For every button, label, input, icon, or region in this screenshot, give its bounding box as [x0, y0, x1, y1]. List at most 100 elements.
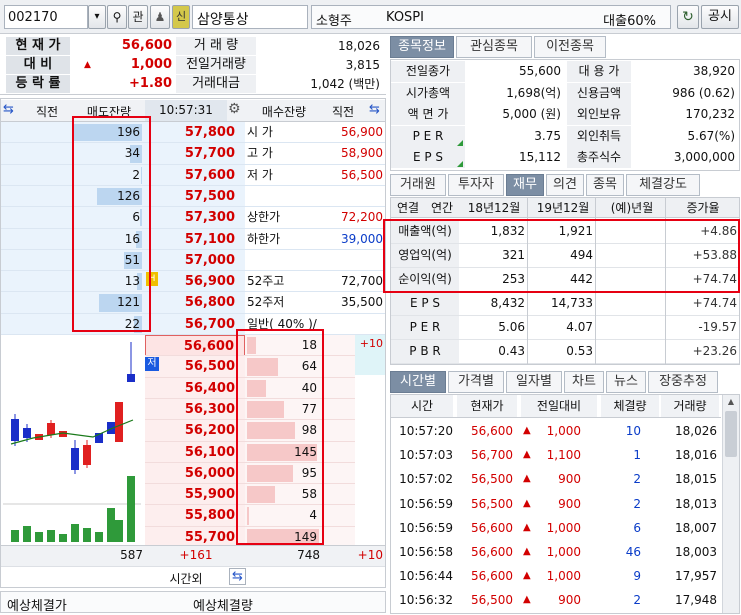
fin-label: E P S [391, 292, 459, 315]
ask-price[interactable]: 57,000 [145, 250, 235, 271]
tab-1[interactable]: 가격별 [448, 371, 504, 393]
tab-3[interactable]: 의견 [546, 174, 584, 196]
swap-icon-bottom[interactable]: ⇆ [229, 568, 246, 585]
trade-table: 시간 현재가 전일대비 체결량 거래량 10:57:20 56,600 ▲ 1,000 10 18,… [391, 395, 721, 613]
fin-value-est [597, 316, 665, 339]
ask-price[interactable]: 56,900 [145, 271, 235, 292]
highlight-financials [383, 219, 740, 293]
bid-price[interactable]: 56,000 [145, 463, 245, 484]
tab-4[interactable]: 종목 [586, 174, 624, 196]
ask-price[interactable]: 57,300 [145, 207, 235, 228]
stock-value: 5,000 (원) [502, 107, 561, 122]
trade-change: 900 [558, 593, 581, 608]
up-arrow-icon: ▲ [523, 497, 531, 509]
trade-qty: 46 [625, 545, 641, 559]
bid-price[interactable]: 56,200 [145, 420, 245, 441]
bid-price[interactable]: 55,800 [145, 505, 245, 526]
after-hours-row: 시간외 ⇆ [1, 566, 385, 587]
stock-label-2: 외인보유 [567, 104, 631, 126]
scroll-up-icon[interactable]: ▲ [723, 395, 739, 409]
disclosure-button[interactable]: 공시 [701, 5, 739, 29]
up-arrow-icon: ▲ [523, 425, 531, 436]
after-hours-label[interactable]: 시간외 [146, 570, 226, 587]
trade-price: 56,600 [471, 520, 513, 535]
ask-price[interactable]: 57,500 [145, 186, 235, 207]
tab-4[interactable]: 뉴스 [606, 371, 646, 393]
swap-icon[interactable]: ⇆ [3, 102, 14, 117]
trade-change: 1,000 [546, 569, 581, 584]
volume-label: 거 래 량 [176, 37, 256, 55]
ask-price[interactable]: 57,600 [145, 165, 235, 186]
fin-header: (예)년월 [597, 198, 667, 218]
bid-prev-header: 직전 [331, 105, 355, 119]
trade-volume: 18,013 [675, 496, 717, 511]
ask-price[interactable]: 57,100 [145, 229, 235, 250]
highlight-ask-qty [72, 116, 151, 332]
tab-1[interactable]: 투자자 [448, 174, 504, 196]
trade-qty: 2 [633, 472, 641, 487]
loan-ratio: 대출60% [603, 14, 656, 29]
change-rate: +1.80 [129, 76, 172, 91]
credit-badge[interactable]: 신 [172, 5, 190, 29]
trade-qty: 6 [633, 520, 641, 535]
current-price-label: 현 재 가 [6, 37, 70, 55]
tab-2[interactable]: 재무 [506, 174, 544, 196]
stock-value: 1,698(억) [506, 85, 561, 100]
up-arrow-icon: ▲ [84, 60, 91, 70]
tab-5[interactable]: 체결강도 [626, 174, 700, 196]
trade-time: 10:56:58 [399, 545, 453, 559]
gear-icon[interactable]: ⚙ [228, 101, 241, 117]
ask-price[interactable]: 56,800 [145, 292, 235, 313]
total-change: +10 [357, 548, 383, 562]
trade-header: 거래량 [661, 395, 719, 417]
search-icon[interactable]: ⚲ [107, 5, 127, 29]
tab-3[interactable]: 차트 [564, 371, 604, 393]
fin-growth: +23.26 [692, 344, 737, 358]
trade-header: 전일대비 [521, 395, 597, 417]
stock-label-2: 총주식수 [567, 147, 631, 169]
trade-header: 체결량 [601, 395, 659, 417]
highlight-bid-qty [236, 329, 324, 545]
tab-2[interactable]: 일자별 [506, 371, 562, 393]
fin-growth: -19.57 [698, 320, 737, 334]
low-marker: 저 [145, 357, 159, 371]
info-value: 39,000 [341, 231, 383, 246]
trade-time: 10:56:32 [399, 593, 453, 608]
trade-qty: 2 [633, 496, 641, 511]
bid-price[interactable]: 55,900 [145, 484, 245, 505]
bid-price[interactable]: 56,400 [145, 378, 245, 399]
tab-1[interactable]: 관심종목 [456, 36, 532, 58]
scroll-thumb[interactable] [725, 411, 737, 457]
stock-label-2: 신용금액 [567, 82, 631, 104]
fin-value-18: 5.06 [498, 320, 525, 334]
tab-0[interactable]: 시간별 [390, 371, 446, 393]
ask-price[interactable]: 57,700 [145, 143, 235, 164]
refresh-icon[interactable]: ↻ [677, 5, 699, 29]
trade-price: 56,500 [471, 496, 513, 511]
favorite-button[interactable]: 관 [128, 5, 148, 29]
ask-price[interactable]: 56,700 [145, 314, 235, 335]
bid-price[interactable]: 56,100 [145, 442, 245, 463]
trade-volume: 18,007 [675, 520, 717, 535]
bid-price[interactable]: 56,600 [145, 335, 245, 357]
stock-code-input[interactable]: 002170 [4, 5, 88, 29]
stock-label: E P S [391, 147, 465, 169]
up-arrow-icon: ▲ [523, 449, 531, 461]
trade-scrollbar[interactable]: ▲ [722, 395, 739, 613]
market-info-bar: 소형주 KOSPI 대출60% [311, 5, 671, 29]
chevron-down-icon[interactable]: ▾ [88, 5, 106, 29]
tab-5[interactable]: 장중추정 [648, 371, 718, 393]
ask-price[interactable]: 57,800 [145, 122, 235, 143]
trade-qty: 9 [633, 569, 641, 584]
tab-0[interactable]: 거래원 [390, 174, 446, 196]
swap-icon-right[interactable]: ⇆ [369, 102, 380, 117]
fin-value-19: 0.53 [566, 344, 593, 358]
person-icon[interactable]: ♟ [150, 5, 170, 29]
stock-value-2: 38,920 [693, 64, 735, 78]
tab-2[interactable]: 이전종목 [534, 36, 606, 58]
bid-price[interactable]: 56,300 [145, 399, 245, 420]
expected-bar: 예상체결가 예상체결량 [0, 591, 386, 614]
tab-0[interactable]: 종목정보 [390, 36, 454, 58]
bid-price[interactable]: 56,500 [145, 356, 245, 377]
trade-header: 현재가 [457, 395, 517, 417]
